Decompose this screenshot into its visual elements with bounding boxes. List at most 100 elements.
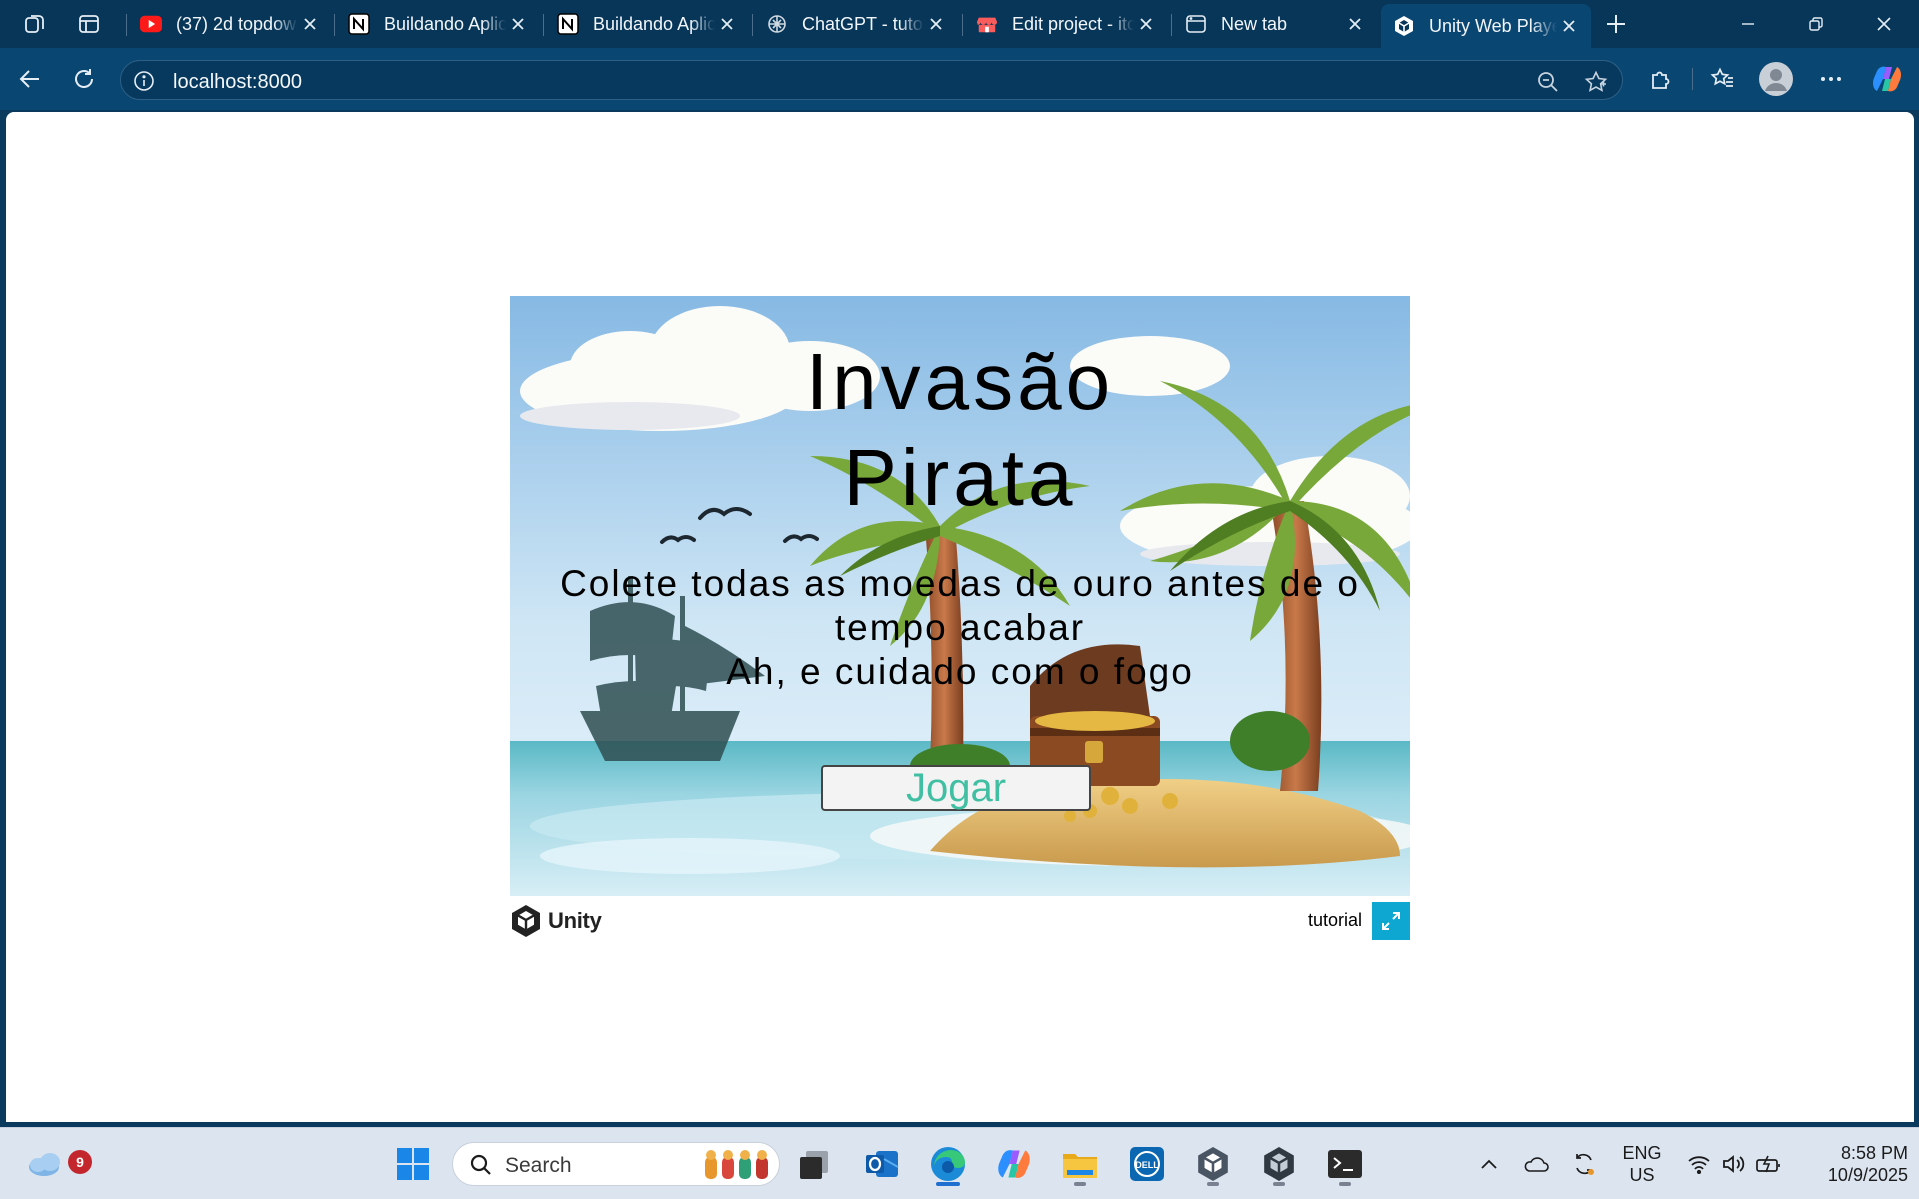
outlook-icon[interactable] (858, 1140, 906, 1188)
back-icon[interactable] (10, 60, 50, 98)
weather-badge: 9 (68, 1150, 92, 1174)
terminal-icon[interactable] (1321, 1140, 1369, 1188)
sync-icon[interactable] (1568, 1128, 1600, 1199)
unity-logo: Unity (510, 904, 602, 938)
lang-line2: US (1629, 1165, 1655, 1185)
weather-icon[interactable]: 9 (22, 1138, 92, 1186)
expand-icon (1382, 912, 1400, 930)
game-title-line2: Pirata (843, 433, 1077, 522)
onedrive-icon[interactable] (1520, 1128, 1552, 1199)
workspaces-icon[interactable] (16, 8, 54, 40)
game-title: Invasão Pirata (510, 334, 1410, 526)
tab-title: Buildando Aplicações (384, 13, 506, 34)
web-page: Invasão Pirata Colete todas as moedas de… (6, 112, 1914, 1122)
close-tab-icon[interactable] (1343, 12, 1367, 36)
lang-line1: ENG (1622, 1143, 1662, 1163)
windows-taskbar: 9 Search DELL ENG US 8:58 PM 10/9/2025 (0, 1127, 1919, 1199)
favorite-star-icon[interactable] (1583, 69, 1609, 95)
battery-icon[interactable] (1752, 1128, 1786, 1199)
active-indicator (936, 1182, 960, 1186)
tab-strip: (37) 2d topdown Buildando Aplicações Bui… (0, 0, 1919, 48)
running-indicator (1207, 1182, 1219, 1186)
tab-itchio[interactable]: Edit project - itch.io (964, 4, 1168, 44)
copilot-app-icon[interactable] (990, 1140, 1038, 1188)
input-language[interactable]: ENG US (1614, 1142, 1670, 1186)
start-button[interactable] (389, 1140, 437, 1188)
running-indicator (1273, 1182, 1285, 1186)
unity-icon (1393, 15, 1415, 37)
file-explorer-icon[interactable] (1056, 1140, 1104, 1188)
copilot-icon[interactable] (1870, 62, 1904, 96)
tab-title: Edit project - itch.io (1012, 13, 1134, 34)
instructions-line3: Ah, e cuidado com o fogo (726, 651, 1194, 692)
url-text[interactable]: localhost:8000 (173, 71, 302, 94)
minimize-icon[interactable] (1714, 0, 1782, 48)
address-bar[interactable]: localhost:8000 (120, 60, 1623, 100)
tab-unity-active[interactable]: Unity Web Player (1381, 4, 1591, 48)
notion-icon (557, 13, 579, 35)
notion-icon (348, 13, 370, 35)
tab-title: Unity Web Player (1429, 15, 1557, 36)
unity-editor-icon[interactable] (1255, 1140, 1303, 1188)
close-window-icon[interactable] (1850, 0, 1918, 48)
build-title: tutorial (1307, 910, 1362, 930)
game-title-line1: Invasão (805, 337, 1115, 426)
extensions-icon[interactable] (1644, 62, 1678, 96)
unity-footer: Unity tutorial (510, 900, 1410, 940)
close-tab-icon[interactable] (1134, 12, 1158, 36)
show-hidden-icons[interactable] (1474, 1128, 1504, 1199)
unity-logo-icon (512, 905, 540, 937)
new-tab-button[interactable] (1596, 8, 1636, 40)
close-tab-icon[interactable] (1557, 14, 1581, 38)
vertical-tabs-icon[interactable] (70, 8, 108, 40)
refresh-icon[interactable] (64, 60, 104, 98)
favorites-icon[interactable] (1706, 62, 1740, 96)
clock-time: 8:58 PM (1840, 1143, 1908, 1163)
tab-title: New tab (1221, 13, 1288, 34)
running-indicator (1074, 1182, 1086, 1186)
edge-icon[interactable] (924, 1140, 972, 1188)
zoom-out-icon[interactable] (1535, 69, 1561, 95)
fullscreen-button[interactable] (1372, 902, 1410, 940)
play-button[interactable]: Jogar (821, 765, 1091, 811)
clock-date: 10/9/2025 (1827, 1165, 1908, 1185)
tab-notion-1[interactable]: Buildando Aplicações (336, 4, 540, 44)
wifi-icon[interactable] (1684, 1128, 1714, 1199)
profile-avatar-icon[interactable] (1759, 62, 1793, 96)
volume-icon[interactable] (1718, 1128, 1748, 1199)
tab-youtube[interactable]: (37) 2d topdown (128, 4, 332, 44)
chatgpt-icon (766, 13, 788, 35)
newtab-icon (1185, 13, 1207, 35)
close-tab-icon[interactable] (298, 12, 322, 36)
taskbar-search[interactable]: Search (452, 1142, 780, 1186)
tab-new[interactable]: New tab (1173, 4, 1377, 44)
search-placeholder: Search (505, 1154, 572, 1177)
itchio-icon (976, 13, 998, 35)
game-instructions: Colete todas as moedas de ouro antes de … (510, 562, 1410, 694)
windows-logo-icon (397, 1148, 429, 1180)
unity-game-canvas[interactable]: Invasão Pirata Colete todas as moedas de… (510, 296, 1410, 896)
search-icon (470, 1154, 491, 1175)
system-clock[interactable]: 8:58 PM 10/9/2025 (1796, 1142, 1908, 1186)
unity-hub-icon[interactable] (1189, 1140, 1237, 1188)
browser-toolbar: localhost:8000 (0, 48, 1919, 110)
instructions-line2: tempo acabar (834, 607, 1086, 648)
youtube-icon (140, 13, 162, 35)
dell-icon[interactable]: DELL (1123, 1140, 1171, 1188)
instructions-line1: Colete todas as moedas de ouro antes de … (560, 563, 1360, 604)
tab-title: Buildando Aplicações (593, 13, 715, 34)
close-tab-icon[interactable] (924, 12, 948, 36)
svg-text:DELL: DELL (1135, 1160, 1159, 1170)
task-view-icon[interactable] (790, 1140, 838, 1188)
tab-notion-2[interactable]: Buildando Aplicações (545, 4, 749, 44)
unity-logo-text: Unity (548, 908, 602, 933)
more-options-icon[interactable] (1814, 62, 1848, 96)
restore-icon[interactable] (1782, 0, 1850, 48)
search-highlight-icon (705, 1150, 768, 1179)
site-info-icon[interactable] (133, 70, 155, 92)
tab-chatgpt[interactable]: ChatGPT - tutorial (754, 4, 958, 44)
tab-title: ChatGPT - tutorial (802, 13, 924, 34)
close-tab-icon[interactable] (506, 12, 530, 36)
close-tab-icon[interactable] (715, 12, 739, 36)
running-indicator (1339, 1182, 1351, 1186)
